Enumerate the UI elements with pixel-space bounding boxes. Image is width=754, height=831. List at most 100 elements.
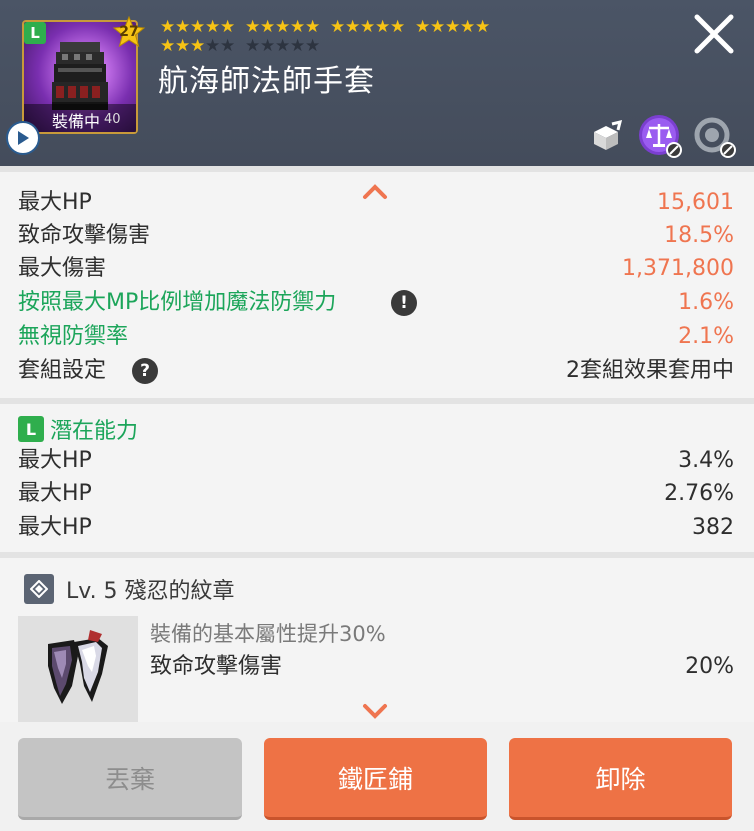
- star-empty-icon: ★: [260, 36, 276, 56]
- star-row: ★ ★ ★ ★ ★ ★ ★ ★ ★ ★: [160, 37, 580, 56]
- potential-section: L 潛在能力 最大HP 3.4% 最大HP 2.76% 最大HP 382: [0, 404, 754, 552]
- emblem-item-icon: [48, 630, 108, 704]
- potential-label: 最大HP: [18, 448, 92, 473]
- item-level: 40: [104, 112, 121, 127]
- star-filled-icon: ★: [175, 17, 191, 37]
- star-filled-icon: ★: [445, 17, 461, 37]
- stat-label: 最大HP: [18, 190, 92, 215]
- set-value: 2套組效果套用中: [566, 358, 734, 383]
- close-button[interactable]: [692, 12, 736, 56]
- blacksmith-button[interactable]: 鐵匠鋪: [264, 738, 487, 820]
- star-level-badge: 27: [112, 16, 146, 48]
- stat-label: 致命攻擊傷害: [18, 223, 151, 248]
- emblem-header: Lv. 5 殘忍的紋章: [24, 572, 235, 606]
- set-label: 套組設定: [18, 358, 107, 383]
- stat-label: 最大傷害: [18, 256, 107, 281]
- star-filled-icon: ★: [360, 17, 376, 37]
- potential-value: 3.4%: [678, 448, 734, 473]
- potential-header: L 潛在能力: [18, 412, 138, 446]
- star-filled-icon: ★: [415, 17, 431, 37]
- emblem-image: [18, 616, 138, 722]
- play-icon: [18, 131, 29, 145]
- star-filled-icon: ★: [305, 17, 321, 37]
- star-empty-icon: ★: [275, 36, 291, 56]
- share-button[interactable]: [584, 114, 628, 158]
- potential-value: 2.76%: [664, 481, 734, 506]
- star-filled-icon: ★: [430, 17, 446, 37]
- star-group: ★ ★ ★ ★ ★: [160, 37, 235, 56]
- star-filled-icon: ★: [160, 36, 176, 56]
- stat-value: 18.5%: [664, 223, 734, 248]
- star-group: ★ ★ ★ ★ ★: [245, 18, 320, 37]
- grade-badge: L: [24, 22, 46, 44]
- stat-label: 按照最大MP比例增加魔法防禦力: [18, 290, 337, 315]
- potential-row: 最大HP 382: [18, 511, 734, 544]
- compare-icon: [639, 115, 682, 158]
- stat-row: 無視防禦率 2.1%: [18, 320, 734, 353]
- potential-row: 最大HP 3.4%: [18, 444, 734, 477]
- potential-label: 最大HP: [18, 515, 92, 540]
- emblem-stat-label: 致命攻擊傷害: [150, 654, 283, 679]
- star-filled-icon: ★: [160, 17, 176, 37]
- potential-title: 潛在能力: [50, 419, 139, 444]
- stat-label: 無視防禦率: [18, 324, 129, 349]
- star-filled-icon: ★: [390, 17, 406, 37]
- star-group: ★ ★ ★ ★ ★: [330, 18, 405, 37]
- emblem-stat-value: 20%: [685, 654, 734, 679]
- emblem-title: Lv. 5 殘忍的紋章: [66, 579, 235, 604]
- play-button[interactable]: [6, 121, 40, 155]
- star-level-value: 27: [119, 24, 139, 40]
- stat-row: 最大HP 15,601: [18, 186, 734, 219]
- star-empty-icon: ★: [290, 36, 306, 56]
- star-group: ★ ★ ★ ★ ★: [160, 18, 235, 37]
- star-filled-icon: ★: [475, 17, 491, 37]
- stat-row: 最大傷害 1,371,800: [18, 252, 734, 285]
- help-icon[interactable]: ?: [132, 358, 158, 384]
- unequip-button[interactable]: 卸除: [509, 738, 732, 820]
- diamond-icon: [30, 580, 48, 598]
- potential-grade-badge: L: [18, 416, 44, 442]
- share-icon: [594, 119, 623, 150]
- compare-button[interactable]: [638, 114, 682, 158]
- stat-value: 15,601: [657, 190, 734, 215]
- star-empty-icon: ★: [245, 36, 261, 56]
- stat-row: 按照最大MP比例增加魔法防禦力 1.6%: [18, 286, 734, 319]
- equipped-label: 裝備中: [52, 112, 101, 131]
- potential-label: 最大HP: [18, 481, 92, 506]
- star-filled-icon: ★: [345, 17, 361, 37]
- star-filled-icon: ★: [245, 17, 261, 37]
- star-row: ★ ★ ★ ★ ★ ★ ★ ★ ★ ★ ★ ★ ★ ★ ★ ★ ★ ★ ★ ★: [160, 18, 580, 37]
- star-filled-icon: ★: [375, 17, 391, 37]
- close-icon: [694, 14, 734, 54]
- stat-row: 致命攻擊傷害 18.5%: [18, 219, 734, 252]
- stats-section: 最大HP 15,601 致命攻擊傷害 18.5% 最大傷害 1,371,800 …: [0, 172, 754, 398]
- star-filled-icon: ★: [190, 36, 206, 56]
- star-filled-icon: ★: [190, 17, 206, 37]
- stat-value: 1.6%: [678, 290, 734, 315]
- info-icon[interactable]: !: [391, 290, 417, 316]
- potential-row: 最大HP 2.76%: [18, 477, 734, 510]
- expand-button[interactable]: [362, 702, 388, 724]
- star-filled-icon: ★: [260, 17, 276, 37]
- star-filled-icon: ★: [460, 17, 476, 37]
- star-filled-icon: ★: [330, 17, 346, 37]
- lock-button[interactable]: [692, 114, 736, 158]
- lock-icon: [694, 117, 736, 158]
- action-bar: 丟棄 鐵匠鋪 卸除: [0, 722, 754, 831]
- discard-button[interactable]: 丟棄: [18, 738, 242, 820]
- star-filled-icon: ★: [275, 17, 291, 37]
- star-force-rating: ★ ★ ★ ★ ★ ★ ★ ★ ★ ★ ★ ★ ★ ★ ★ ★ ★ ★ ★ ★ ★ ★ ★ ★ ★ ★ ★ ★ ★ ★: [160, 18, 580, 56]
- potential-value: 382: [692, 515, 734, 540]
- star-filled-icon: ★: [205, 17, 221, 37]
- chevron-down-icon: [363, 704, 387, 719]
- star-empty-icon: ★: [220, 36, 236, 56]
- stat-value: 2.1%: [678, 324, 734, 349]
- item-name: 航海師法師手套: [158, 64, 375, 99]
- star-filled-icon: ★: [175, 36, 191, 56]
- stat-value: 1,371,800: [622, 256, 734, 281]
- star-filled-icon: ★: [290, 17, 306, 37]
- emblem-icon: [24, 574, 54, 604]
- emblem-stat-row: 致命攻擊傷害 20%: [150, 650, 734, 683]
- emblem-description: 裝備的基本屬性提升30%: [150, 622, 386, 646]
- star-filled-icon: ★: [220, 17, 236, 37]
